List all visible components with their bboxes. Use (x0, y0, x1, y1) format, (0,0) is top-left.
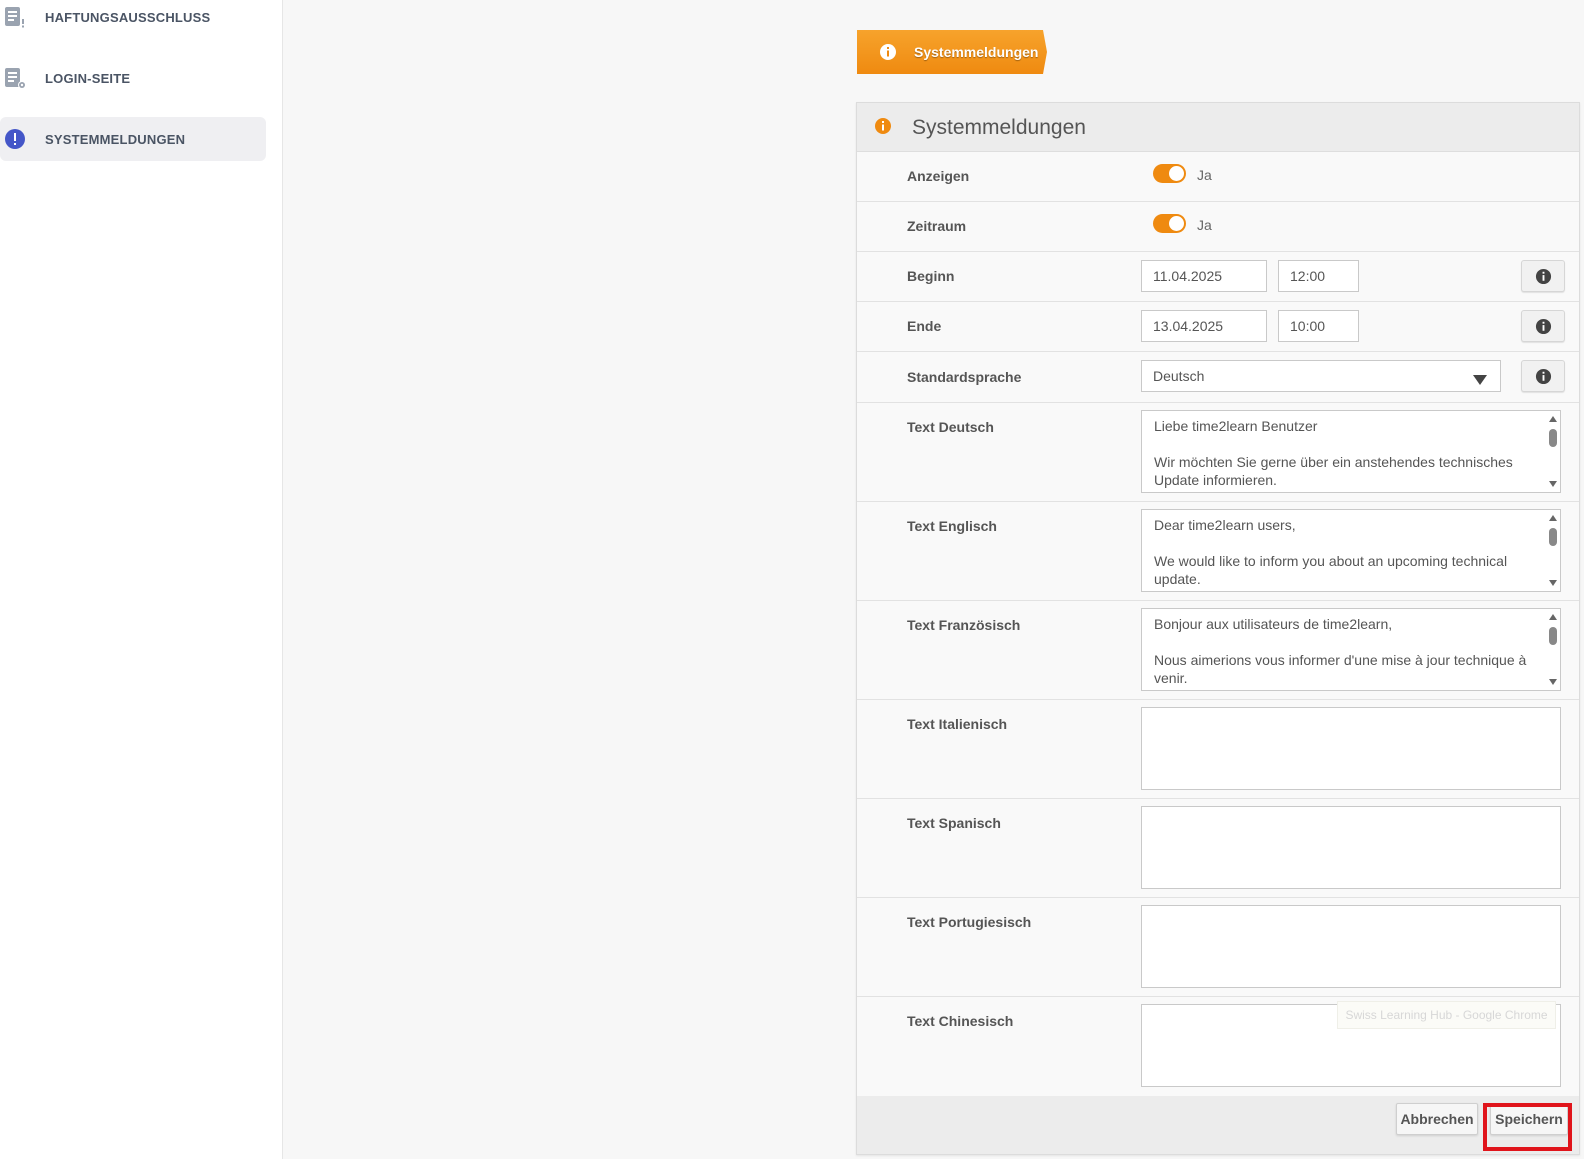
row-zeitraum: Zeitraum Ja (857, 202, 1579, 252)
ende-time-input[interactable]: 10:00 (1278, 310, 1359, 342)
exclamation-circle-icon (3, 127, 27, 151)
row-text-deutsch: Text Deutsch Liebe time2learn Benutzer W… (857, 403, 1579, 502)
field-label: Text Deutsch (907, 419, 994, 435)
breadcrumb[interactable]: Systemmeldungen (857, 30, 1047, 74)
textarea-content: Bonjour aux utilisateurs de time2learn, … (1154, 616, 1527, 686)
sidebar-item-label: LOGIN-SEITE (45, 70, 131, 86)
info-circle-icon (874, 117, 892, 135)
field-label: Ende (907, 318, 942, 334)
toggle-label: Ja (1197, 217, 1212, 233)
field-label: Text Chinesisch (907, 1013, 1014, 1029)
anzeigen-toggle[interactable] (1153, 164, 1186, 183)
save-button-highlight (1483, 1103, 1572, 1151)
info-circle-icon (1535, 268, 1552, 285)
row-beginn: Beginn 11.04.2025 12:00 (857, 252, 1579, 302)
field-label: Text Portugiesisch (907, 914, 1032, 930)
scroll-down-icon (1549, 481, 1557, 487)
textarea-scrollbar[interactable] (1546, 510, 1560, 591)
scroll-thumb[interactable] (1549, 528, 1557, 546)
beginn-info-button[interactable] (1521, 260, 1565, 292)
row-text-italienisch: Text Italienisch (857, 700, 1579, 799)
zeitraum-toggle[interactable] (1153, 214, 1186, 233)
row-text-franzoesisch: Text Französisch Bonjour aux utilisateur… (857, 601, 1579, 700)
field-label: Text Spanisch (907, 815, 1001, 831)
row-anzeigen: Anzeigen Ja (857, 152, 1579, 202)
info-circle-icon (1535, 318, 1552, 335)
ende-date-input[interactable]: 13.04.2025 (1141, 310, 1267, 342)
scroll-down-icon (1549, 679, 1557, 685)
row-text-portugiesisch: Text Portugiesisch (857, 898, 1579, 997)
scroll-thumb[interactable] (1549, 429, 1557, 447)
system-messages-panel: Systemmeldungen Anzeigen Ja Zeitraum Ja … (856, 102, 1580, 1155)
panel-title: Systemmeldungen (912, 116, 1086, 139)
row-text-spanisch: Text Spanisch (857, 799, 1579, 898)
text-spanisch-textarea[interactable] (1141, 806, 1561, 889)
textarea-scrollbar[interactable] (1546, 411, 1560, 492)
chevron-down-icon (1473, 372, 1487, 388)
sidebar-item-systemmeldungen[interactable]: SYSTEMMELDUNGEN (0, 117, 266, 161)
standardsprache-info-button[interactable] (1521, 360, 1565, 392)
field-label: Zeitraum (907, 218, 967, 234)
cancel-button[interactable]: Abbrechen (1396, 1103, 1478, 1135)
sidebar-item-login-seite[interactable]: LOGIN-SEITE (0, 56, 266, 100)
standardsprache-select[interactable]: Deutsch (1141, 360, 1501, 392)
info-circle-icon (1535, 368, 1552, 385)
text-italienisch-textarea[interactable] (1141, 707, 1561, 790)
field-label: Text Italienisch (907, 716, 1008, 732)
scroll-down-icon (1549, 580, 1557, 586)
sidebar-item-label: SYSTEMMELDUNGEN (45, 131, 186, 147)
text-franzoesisch-textarea[interactable]: Bonjour aux utilisateurs de time2learn, … (1141, 608, 1561, 691)
field-label: Text Englisch (907, 518, 997, 534)
info-circle-icon (879, 43, 897, 61)
textarea-content: Liebe time2learn Benutzer Wir möchten Si… (1154, 418, 1513, 488)
textarea-content: Dear time2learn users, We would like to … (1154, 517, 1508, 587)
textarea-scrollbar[interactable] (1546, 609, 1560, 690)
beginn-date-input[interactable]: 11.04.2025 (1141, 260, 1267, 292)
scroll-thumb[interactable] (1549, 627, 1557, 645)
sidebar-item-haftungsausschluss[interactable]: HAFTUNGSAUSSCHLUSS (0, 0, 266, 39)
beginn-time-input[interactable]: 12:00 (1278, 260, 1359, 292)
text-englisch-textarea[interactable]: Dear time2learn users, We would like to … (1141, 509, 1561, 592)
row-standardsprache: Standardsprache Deutsch (857, 352, 1579, 403)
breadcrumb-label: Systemmeldungen (914, 44, 1039, 60)
field-label: Standardsprache (907, 369, 1022, 385)
document-settings-icon (3, 66, 27, 90)
text-portugiesisch-textarea[interactable] (1141, 905, 1561, 988)
ende-info-button[interactable] (1521, 310, 1565, 342)
scroll-up-icon (1549, 515, 1557, 521)
panel-footer: Abbrechen Speichern (857, 1096, 1579, 1154)
scroll-up-icon (1549, 416, 1557, 422)
field-label: Text Französisch (907, 617, 1021, 633)
select-value: Deutsch (1153, 368, 1205, 384)
document-warning-icon (3, 5, 27, 29)
field-label: Anzeigen (907, 168, 970, 184)
row-text-englisch: Text Englisch Dear time2learn users, We … (857, 502, 1579, 601)
field-label: Beginn (907, 268, 955, 284)
window-title-tooltip: Swiss Learning Hub - Google Chrome (1337, 1001, 1556, 1029)
sidebar: HAFTUNGSAUSSCHLUSS LOGIN-SEITE SYSTEMMEL… (0, 0, 283, 1159)
toggle-label: Ja (1197, 167, 1212, 183)
scroll-up-icon (1549, 614, 1557, 620)
sidebar-item-label: HAFTUNGSAUSSCHLUSS (45, 9, 211, 25)
row-ende: Ende 13.04.2025 10:00 (857, 302, 1579, 352)
panel-header: Systemmeldungen (857, 103, 1579, 152)
text-deutsch-textarea[interactable]: Liebe time2learn Benutzer Wir möchten Si… (1141, 410, 1561, 493)
